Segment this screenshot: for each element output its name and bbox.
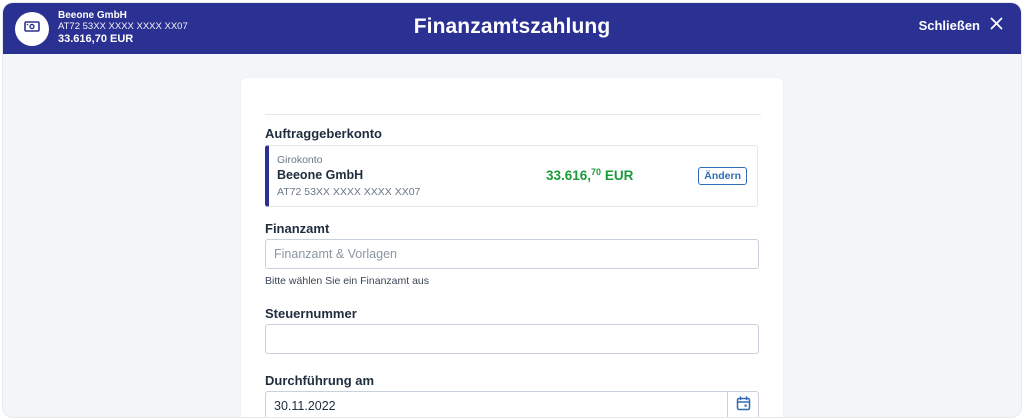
- tax-office-label: Finanzamt: [265, 221, 330, 236]
- calendar-button[interactable]: [727, 391, 759, 417]
- cash-icon: [24, 20, 40, 38]
- execution-date-label: Durchführung am: [265, 373, 375, 388]
- source-account-name: Beeone GmbH: [277, 168, 364, 182]
- execution-date-field: [265, 391, 759, 417]
- source-account-label: Auftraggeberkonto: [265, 126, 382, 141]
- app-frame: Beeone GmbH AT72 53XX XXXX XXXX XX07 33.…: [3, 3, 1021, 417]
- close-button[interactable]: Schließen: [919, 17, 1003, 33]
- balance-main: 33.616,: [546, 168, 592, 183]
- execution-date-input[interactable]: [265, 391, 727, 417]
- source-account-type: Girokonto: [277, 154, 323, 166]
- close-label: Schließen: [918, 17, 980, 33]
- tax-office-input[interactable]: [265, 239, 759, 269]
- divider: [265, 114, 761, 115]
- account-iban: AT72 53XX XXXX XXXX XX07: [58, 20, 188, 32]
- change-account-button[interactable]: Ändern: [698, 167, 747, 185]
- source-account-balance: 33.616,70 EUR: [546, 167, 633, 183]
- account-name: Beeone GmbH: [58, 10, 127, 21]
- tax-office-hint: Bitte wählen Sie ein Finanzamt aus: [265, 275, 430, 287]
- source-account-iban: AT72 53XX XXXX XXXX XX07: [277, 186, 421, 198]
- account-summary: Beeone GmbH AT72 53XX XXXX XXXX XX07 33.…: [58, 10, 188, 46]
- calendar-icon: [736, 396, 751, 416]
- source-account-box: Girokonto Beeone GmbH AT72 53XX XXXX XXX…: [265, 145, 758, 207]
- account-avatar: [15, 12, 49, 46]
- account-balance: 33.616,70 EUR: [58, 33, 134, 46]
- tax-number-input[interactable]: [265, 324, 759, 354]
- header-bar: Beeone GmbH AT72 53XX XXXX XXXX XX07 33.…: [3, 3, 1021, 54]
- balance-currency: EUR: [601, 168, 634, 183]
- tax-number-label: Steuernummer: [265, 306, 357, 321]
- payment-form-card: Auftraggeberkonto Girokonto Beeone GmbH …: [241, 78, 783, 417]
- balance-cents: 70: [591, 167, 602, 177]
- close-icon: [990, 17, 1003, 33]
